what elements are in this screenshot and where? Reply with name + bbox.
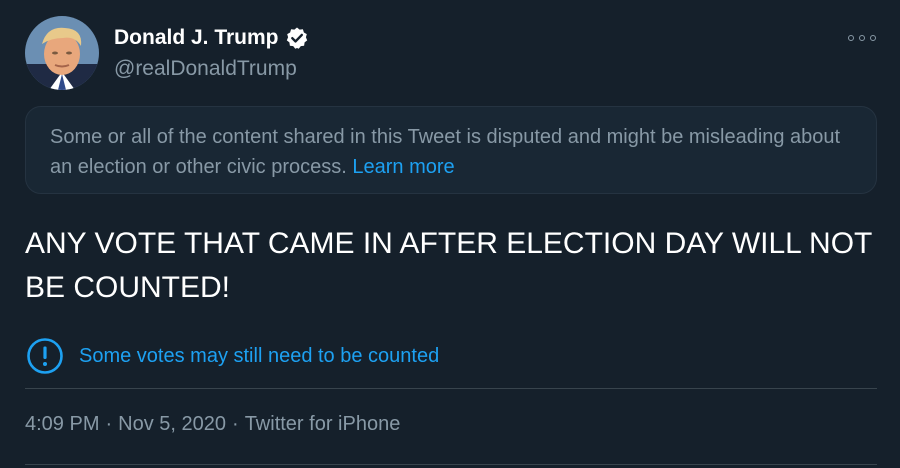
display-name-text: Donald J. Trump (114, 26, 279, 49)
tweet-metadata: 4:09 PM · Nov 5, 2020 · Twitter for iPhone (25, 413, 400, 436)
election-label-text: Some votes may still need to be counted (79, 344, 440, 367)
tweet-text: ANY VOTE THAT CAME IN AFTER ELECTION DAY… (25, 227, 872, 304)
election-label[interactable]: Some votes may still need to be counted (25, 336, 439, 376)
disputed-content-notice: Some or all of the content shared in thi… (25, 106, 877, 194)
tweet-card: Donald J. Trump @realDonaldTrump Some or… (0, 0, 900, 468)
more-dot (859, 35, 865, 41)
user-handle[interactable]: @realDonaldTrump (114, 57, 297, 81)
divider (25, 464, 877, 465)
more-options-icon[interactable] (848, 30, 876, 46)
avatar[interactable] (25, 16, 99, 90)
meta-separator: · (105, 413, 113, 435)
divider (25, 388, 877, 389)
verified-badge-icon (285, 26, 309, 50)
tweet-time[interactable]: 4:09 PM (25, 413, 99, 435)
more-dot (870, 35, 876, 41)
meta-separator: · (232, 413, 239, 435)
more-dot (848, 35, 854, 41)
display-name[interactable]: Donald J. Trump (114, 26, 309, 50)
exclamation-circle-icon (27, 338, 63, 374)
tweet-date[interactable]: Nov 5, 2020 (118, 413, 226, 435)
tweet-source[interactable]: Twitter for iPhone (245, 413, 401, 435)
learn-more-link[interactable]: Learn more (352, 156, 454, 178)
